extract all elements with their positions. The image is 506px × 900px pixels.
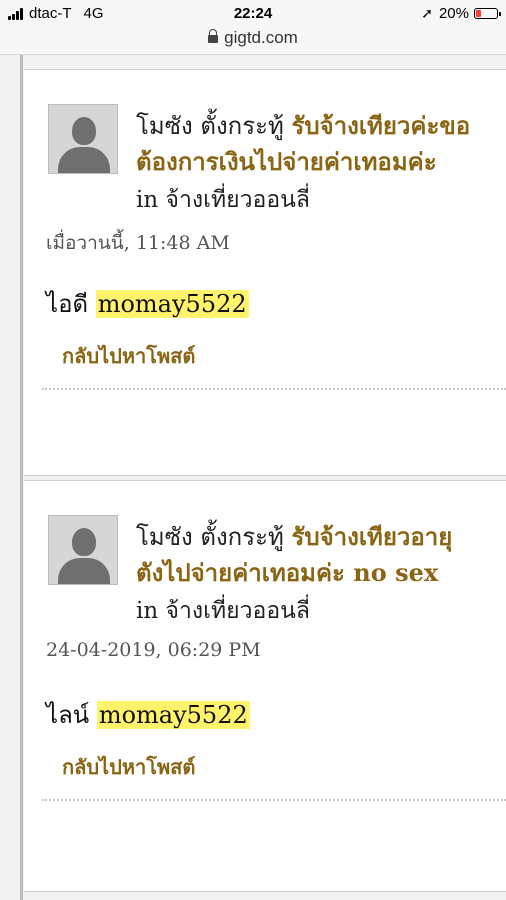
status-right: ➚ 20%	[421, 5, 501, 22]
post-verb: ตั้งกระทู้	[200, 112, 284, 140]
forum-line: in จ้างเที่ยวออนลี่	[136, 593, 310, 629]
status-bar: dtac-T 4G 22:24 ➚ 20%	[0, 0, 506, 28]
post-title-line-2: ต้องการเงินไปจ่ายค่าเทอมค่ะ	[136, 142, 437, 181]
body-label: ไอดี	[46, 290, 89, 318]
post-verb: ตั้งกระทู้	[200, 523, 284, 551]
location-arrow-icon: ➚	[421, 5, 433, 21]
author-link[interactable]: โมซัง	[136, 112, 193, 140]
thread-title-link[interactable]: รับจ้างเทียวค่ะขอ	[291, 111, 470, 140]
highlighted-keyword: momay5522	[96, 701, 250, 729]
post-title-line-1: โมซัง ตั้งกระทู้ รับจ้างเทียวอายุ	[136, 517, 452, 556]
back-to-post-link[interactable]: กลับไปหาโพสต์	[62, 751, 195, 783]
in-label: in	[136, 598, 159, 624]
avatar[interactable]	[48, 104, 118, 174]
battery-percent: 20%	[438, 5, 469, 22]
thread-title-link-cont[interactable]: ตังไปจ่ายค่าเทอมค่ะ no sex	[136, 558, 438, 587]
lock-icon	[208, 29, 219, 43]
divider	[42, 388, 506, 390]
url-bar[interactable]: gigtd.com	[0, 28, 506, 55]
post-title-line-1: โมซัง ตั้งกระทู้ รับจ้างเทียวค่ะขอ	[136, 106, 470, 145]
forum-line: in จ้างเที่ยวออนลี่	[136, 182, 310, 218]
author-link[interactable]: โมซัง	[136, 523, 193, 551]
url-text[interactable]: gigtd.com	[224, 28, 298, 47]
avatar[interactable]	[48, 515, 118, 585]
forum-link[interactable]: จ้างเที่ยวออนลี่	[165, 598, 309, 624]
thread-title-link[interactable]: รับจ้างเทียวอายุ	[291, 522, 452, 551]
back-to-post-link[interactable]: กลับไปหาโพสต์	[62, 340, 195, 372]
page-content: โมซัง ตั้งกระทู้ รับจ้างเทียวค่ะขอ ต้องก…	[0, 55, 506, 900]
search-result-card: โมซัง ตั้งกระทู้ รับจ้างเทียวอายุ ตังไปจ…	[24, 480, 506, 892]
highlighted-keyword: momay5522	[95, 290, 249, 318]
body-label: ไลน์	[46, 701, 90, 729]
battery-icon	[474, 8, 501, 19]
post-date: 24-04-2019, 06:29 PM	[46, 639, 261, 661]
forum-link[interactable]: จ้างเที่ยวออนลี่	[165, 187, 309, 213]
post-date: เมื่อวานนี้, 11:48 AM	[46, 232, 230, 254]
search-result-card: โมซัง ตั้งกระทู้ รับจ้างเทียวค่ะขอ ต้องก…	[24, 69, 506, 476]
divider	[42, 799, 506, 801]
post-body: ไอดี momay5522	[46, 284, 249, 323]
in-label: in	[136, 187, 159, 213]
left-rail	[20, 55, 23, 900]
thread-title-link-cont[interactable]: ต้องการเงินไปจ่ายค่าเทอมค่ะ	[136, 147, 437, 176]
post-title-line-2: ตังไปจ่ายค่าเทอมค่ะ no sex	[136, 553, 438, 592]
post-body: ไลน์ momay5522	[46, 695, 250, 734]
